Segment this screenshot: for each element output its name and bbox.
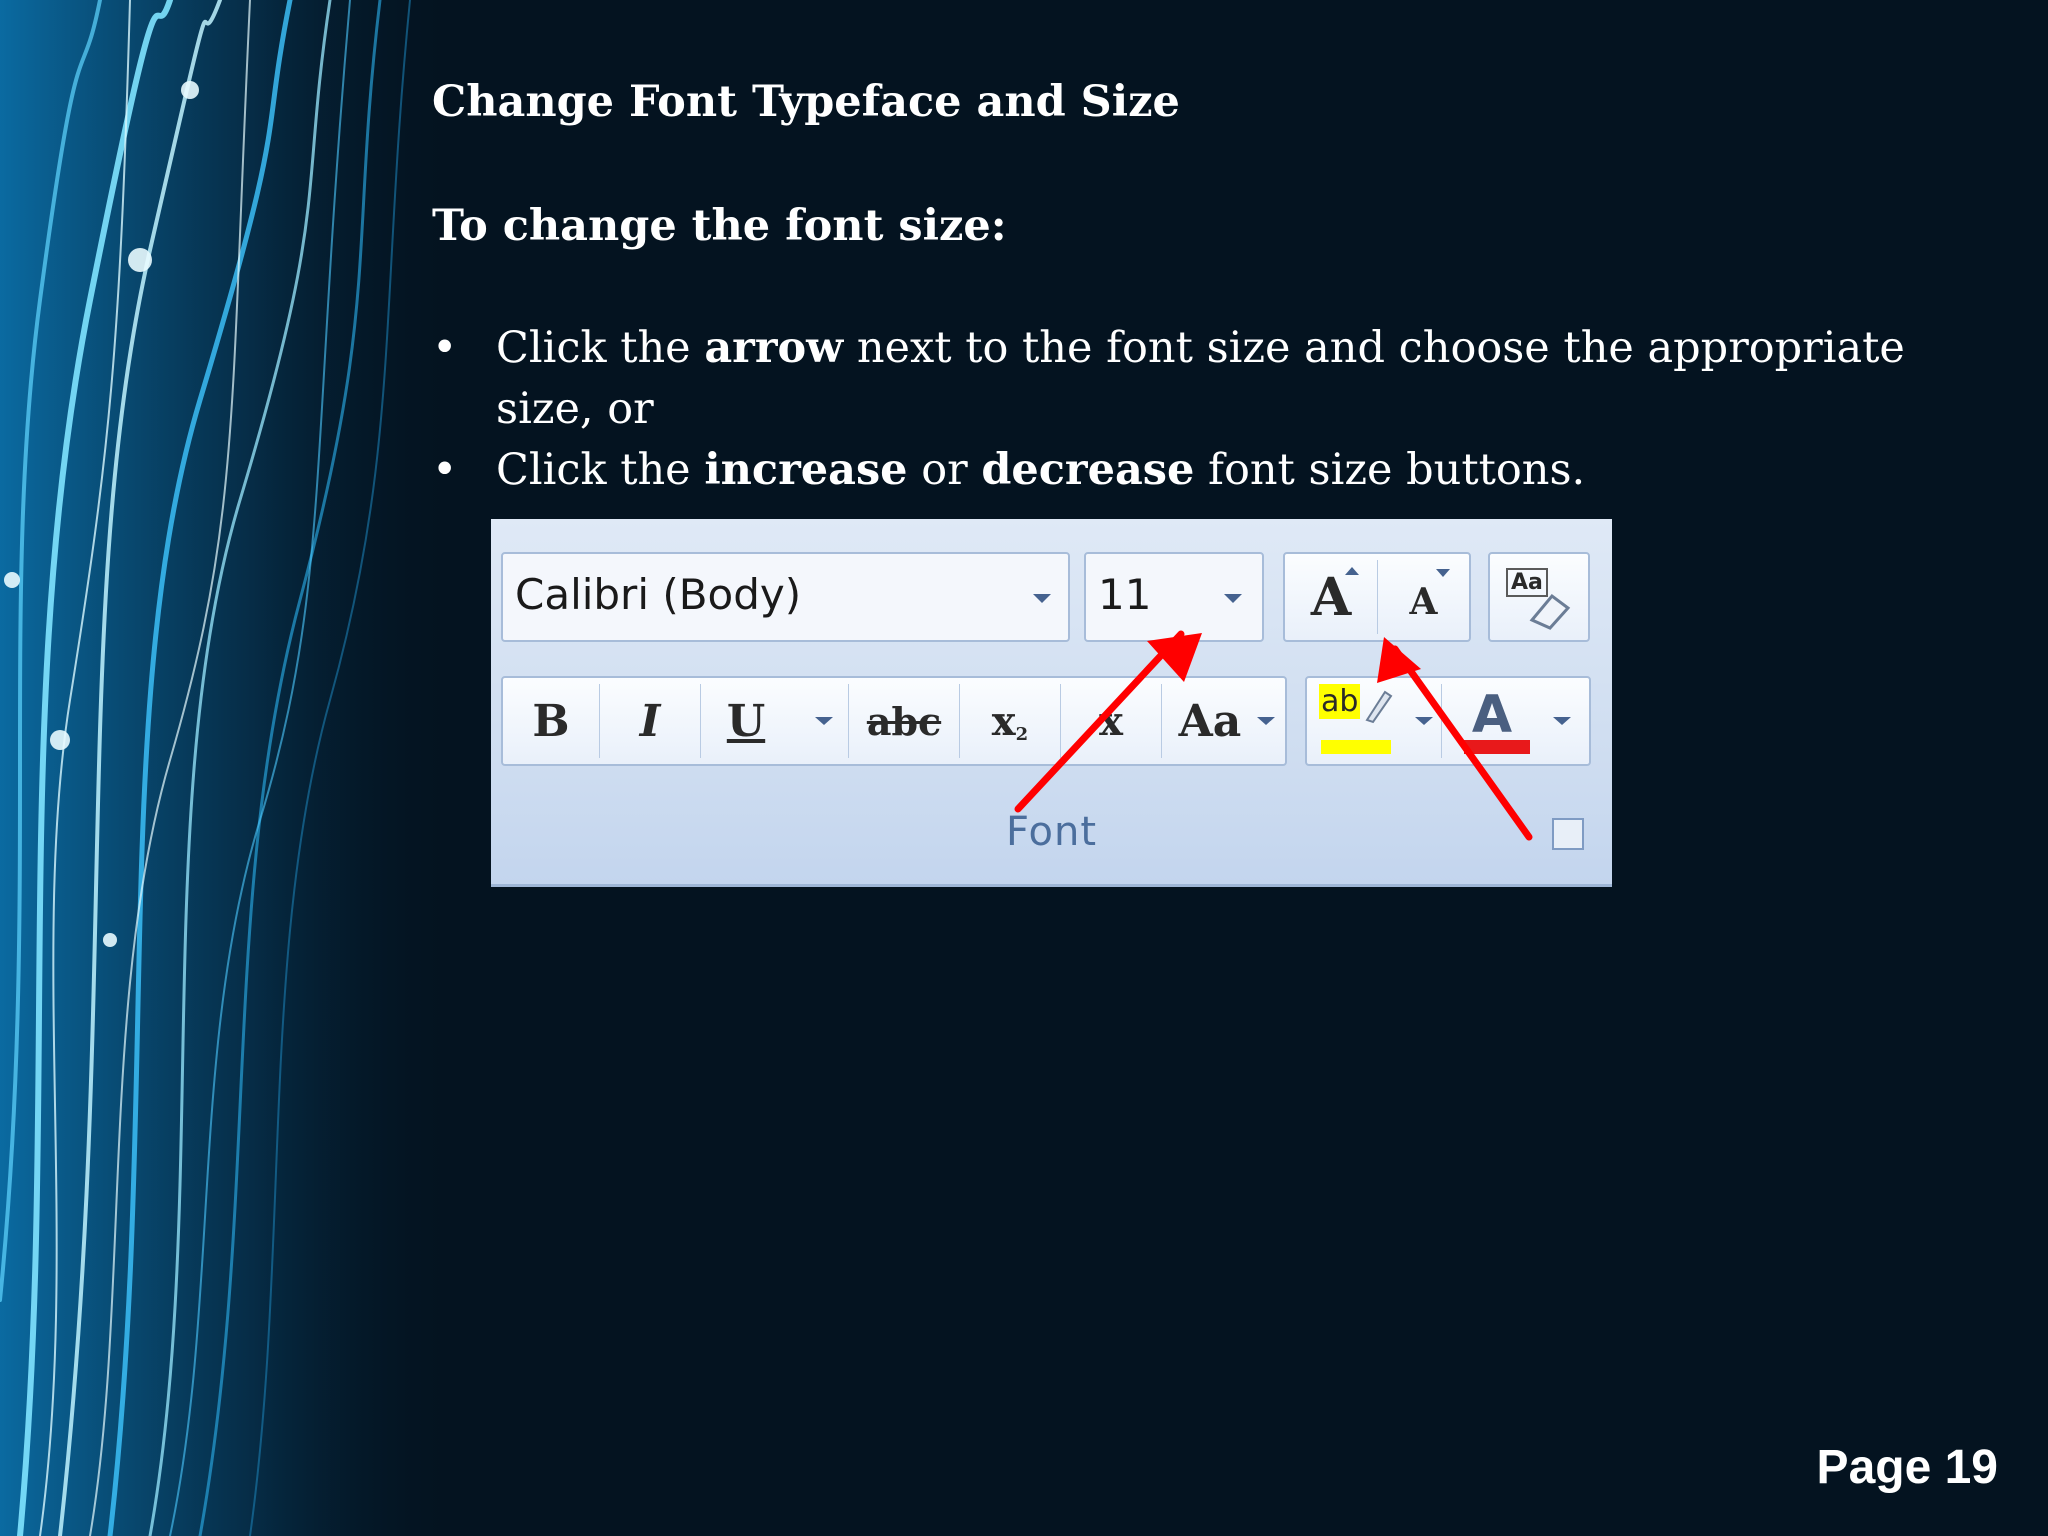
grow-shrink-group: A A [1283, 552, 1471, 642]
shrink-font-button[interactable]: A [1378, 554, 1469, 640]
shrink-font-icon: A [1409, 581, 1438, 623]
font-group-label: Font [1005, 809, 1098, 855]
bullet-text-post: font size buttons. [1194, 445, 1586, 495]
subscript-mark: 2 [1015, 723, 1029, 745]
slide-subtitle: To change the font size: [432, 201, 1007, 251]
color-toolbar: ab A [1305, 676, 1591, 766]
superscript-button[interactable]: x [1061, 678, 1161, 764]
italic-icon: I [639, 695, 661, 747]
bold-button[interactable]: B [503, 678, 599, 764]
dialog-launcher-icon[interactable] [1552, 818, 1584, 850]
list-item: • Click the arrow next to the font size … [432, 318, 1912, 440]
bullet-text-pre: Click the [496, 445, 705, 495]
font-ribbon-screenshot: Calibri (Body) 11 A A Aa B I U abc x 2 x… [491, 519, 1612, 887]
underline-options-arrow-icon[interactable] [815, 716, 833, 726]
underline-icon: U [726, 695, 766, 747]
light-streaks-background [0, 0, 460, 1536]
font-color-button[interactable]: A [1442, 678, 1542, 764]
caret-up-icon [1345, 567, 1359, 575]
font-size-value: 11 [1098, 570, 1152, 619]
italic-button[interactable]: I [600, 678, 700, 764]
bullet-icon: • [432, 323, 458, 373]
bold-icon: B [532, 695, 570, 747]
font-name-value: Calibri (Body) [515, 570, 802, 619]
page-number: Page 19 [1816, 1441, 1998, 1494]
bullet-text-mid: or [907, 445, 982, 495]
bullet-bold-decrease: decrease [981, 445, 1195, 495]
eraser-icon [1529, 593, 1571, 630]
font-size-dropdown[interactable]: 11 [1084, 552, 1264, 642]
highlight-color-bar [1321, 740, 1391, 754]
instruction-list: • Click the arrow next to the font size … [432, 318, 1912, 501]
strikethrough-icon: abc [866, 698, 942, 744]
caret-down-icon [1436, 569, 1450, 577]
bullet-text-pre: Click the [496, 323, 705, 373]
font-name-dropdown[interactable]: Calibri (Body) [501, 552, 1070, 642]
grow-font-button[interactable]: A [1285, 554, 1377, 640]
change-case-button[interactable]: Aa [1162, 678, 1258, 764]
change-case-arrow-icon[interactable] [1257, 716, 1275, 726]
formatting-toolbar: B I U abc x2 x Aa [501, 676, 1287, 766]
bullet-icon: • [432, 445, 458, 495]
bullet-bold-arrow: arrow [704, 323, 844, 373]
slide-title: Change Font Typeface and Size [432, 77, 1180, 127]
strikethrough-button[interactable]: abc [849, 678, 959, 764]
text-highlight-button[interactable]: ab [1307, 678, 1417, 764]
bullet-bold-increase: increase [704, 445, 908, 495]
marker-icon [1365, 690, 1393, 724]
font-color-bar [1464, 740, 1530, 754]
underline-button[interactable]: U [701, 678, 791, 764]
highlight-icon: ab [1319, 684, 1361, 719]
clear-formatting-button[interactable]: Aa [1488, 552, 1590, 642]
list-item: • Click the increase or decrease font si… [432, 440, 1912, 501]
subscript-icon: x [991, 697, 1016, 745]
font-size-arrow-icon[interactable] [1224, 594, 1242, 603]
superscript-icon: x [1099, 697, 1123, 745]
font-color-icon: A [1471, 685, 1513, 745]
chevron-down-icon[interactable] [1033, 594, 1051, 603]
highlight-options-arrow-icon[interactable] [1415, 716, 1433, 726]
font-color-arrow-icon[interactable] [1553, 716, 1571, 726]
change-case-icon: Aa [1178, 695, 1242, 747]
clear-formatting-icon: Aa [1490, 554, 1588, 640]
subscript-button[interactable]: x2 [960, 678, 1060, 764]
